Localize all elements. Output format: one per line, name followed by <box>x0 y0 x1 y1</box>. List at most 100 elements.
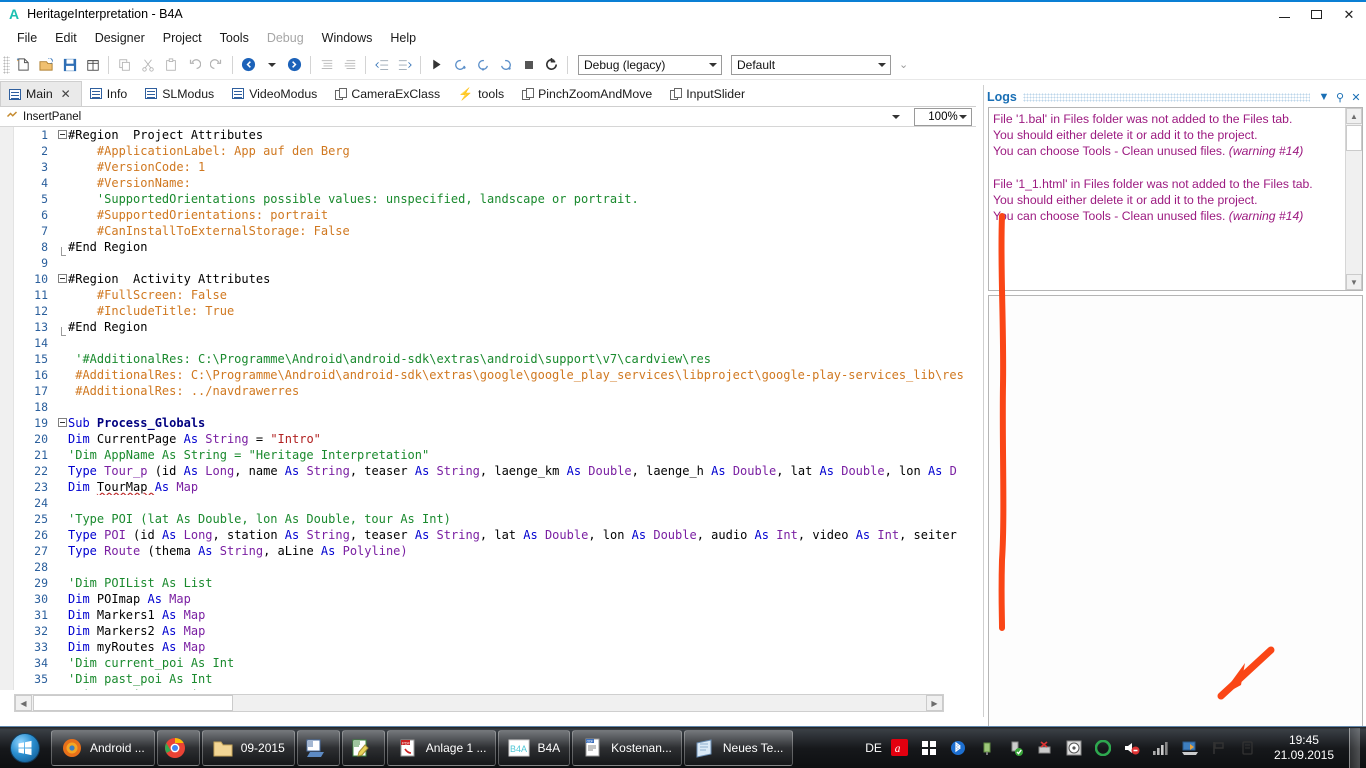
uncomment-block-icon[interactable] <box>338 53 361 77</box>
tab-cameraexclass[interactable]: CameraExClass <box>327 81 451 106</box>
usb-ok-icon[interactable] <box>1005 737 1027 759</box>
logs-warning-list[interactable]: File '1.bal' in Files folder was not add… <box>988 107 1363 291</box>
disc-icon[interactable] <box>1063 737 1085 759</box>
menu-tools[interactable]: Tools <box>211 28 258 48</box>
code-line[interactable]: 24 <box>14 495 976 511</box>
undo-icon[interactable] <box>182 53 205 77</box>
redo-icon[interactable] <box>205 53 228 77</box>
tab-pinchzoomandmove[interactable]: PinchZoomAndMove <box>514 81 663 106</box>
bluetooth-icon[interactable] <box>947 737 969 759</box>
scroll-right-button[interactable]: ▶ <box>926 695 943 711</box>
collapse-icon[interactable] <box>57 273 67 283</box>
paste-icon[interactable] <box>159 53 182 77</box>
tab-tools[interactable]: ⚡ tools <box>450 81 515 106</box>
language-indicator[interactable]: DE <box>865 741 882 755</box>
code-line[interactable]: 22 Type Tour_p (id As Long, name As Strin… <box>14 463 976 479</box>
menu-designer[interactable]: Designer <box>86 28 154 48</box>
code-line[interactable]: 29 'Dim POIList As List <box>14 575 976 591</box>
navigate-forward-icon[interactable] <box>283 53 306 77</box>
code-line[interactable]: 25 'Type POI (lat As Double, lon As Doubl… <box>14 511 976 527</box>
network-x-icon[interactable] <box>1034 737 1056 759</box>
signal-icon[interactable] <box>1150 737 1172 759</box>
code-line[interactable]: 32 Dim Markers2 As Map <box>14 623 976 639</box>
avira-icon[interactable]: a <box>889 737 911 759</box>
scrollbar-thumb[interactable] <box>1346 125 1362 151</box>
menu-file[interactable]: File <box>8 28 46 48</box>
scroll-left-button[interactable]: ◀ <box>15 695 32 711</box>
dropdown-icon[interactable]: ▼ <box>1316 89 1332 105</box>
code-line[interactable]: 36 'Dim ImgList As List <box>14 687 976 690</box>
maximize-button[interactable] <box>1300 2 1332 26</box>
taskbar-button-notepad[interactable]: Neues Te... <box>683 729 794 766</box>
code-line[interactable]: 13 #End Region <box>14 319 976 336</box>
remote-icon[interactable] <box>1179 737 1201 759</box>
code-line[interactable]: 4 #VersionName: <box>14 175 976 191</box>
open-project-icon[interactable] <box>35 53 58 77</box>
taskbar-button-chrome[interactable] <box>156 729 200 766</box>
taskbar-button-pdf[interactable]: PDF Anlage 1 ... <box>386 729 497 766</box>
code-line[interactable]: 5 'SupportedOrientations possible values… <box>14 191 976 207</box>
build-mode-select[interactable]: Debug (legacy) <box>578 54 722 75</box>
tab-slmodus[interactable]: SLModus <box>137 81 225 106</box>
outdent-icon[interactable] <box>370 53 393 77</box>
volume-muted-icon[interactable] <box>1121 737 1143 759</box>
taskbar-button-explorer[interactable] <box>296 729 340 766</box>
fold-toggle-icon[interactable] <box>56 127 68 143</box>
toolbar-overflow-button[interactable]: ⌄ <box>899 58 908 71</box>
menu-windows[interactable]: Windows <box>313 28 382 48</box>
navigate-back-icon[interactable] <box>237 53 260 77</box>
show-desktop-button[interactable] <box>1349 727 1360 768</box>
code-editor[interactable]: 1 #Region Project Attributes 2 #Applicatio… <box>0 127 976 690</box>
code-line[interactable]: 33 Dim myRoutes As Map <box>14 639 976 655</box>
save-all-icon[interactable] <box>81 53 104 77</box>
tab-close-icon[interactable]: ✕ <box>61 87 71 101</box>
code-line[interactable]: 35 'Dim past_poi As Int <box>14 671 976 687</box>
code-line[interactable]: 18 <box>14 399 976 415</box>
logs-output-area[interactable] <box>988 295 1363 741</box>
code-line[interactable]: 16 #AdditionalRes: C:\Programme\Android\… <box>14 367 976 383</box>
tab-info[interactable]: Info <box>81 81 138 106</box>
toolbar-grip[interactable] <box>3 55 10 74</box>
hscrollbar-thumb[interactable] <box>33 695 233 711</box>
taskbar-button-b4a[interactable]: B4A B4A <box>498 729 571 766</box>
taskbar-button-folder[interactable]: 09-2015 <box>201 729 295 766</box>
windows-icon[interactable] <box>918 737 940 759</box>
taskbar-button-notepadpp[interactable] <box>341 729 385 766</box>
code-line[interactable]: 21 'Dim AppName As String = "Heritage Int… <box>14 447 976 463</box>
menu-project[interactable]: Project <box>154 28 211 48</box>
zoom-select[interactable]: 100% <box>914 108 972 126</box>
collapse-icon[interactable] <box>57 129 67 139</box>
new-file-icon[interactable] <box>12 53 35 77</box>
panel-drag-handle[interactable] <box>1022 92 1310 102</box>
flag-icon[interactable] <box>1208 737 1230 759</box>
collapse-icon[interactable] <box>57 417 67 427</box>
code-line[interactable]: 14 <box>14 335 976 351</box>
code-line[interactable]: 6 #SupportedOrientations: portrait <box>14 207 976 223</box>
code-line[interactable]: 2 #ApplicationLabel: App auf den Berg <box>14 143 976 159</box>
taskbar-button-odf[interactable]: ODF Kostenan... <box>572 729 682 766</box>
copy-icon[interactable] <box>113 53 136 77</box>
code-line[interactable]: 34 'Dim current_poi As Int <box>14 655 976 671</box>
tab-videomodus[interactable]: VideoModus <box>224 81 328 106</box>
tab-main[interactable]: Main ✕ <box>0 81 82 106</box>
close-button[interactable]: ✕ <box>1332 2 1366 26</box>
run-icon[interactable] <box>425 53 448 77</box>
indent-icon[interactable] <box>393 53 416 77</box>
comment-block-icon[interactable] <box>315 53 338 77</box>
fold-toggle-icon[interactable] <box>56 271 68 287</box>
code-line[interactable]: 11 #FullScreen: False <box>14 287 976 303</box>
cut-icon[interactable] <box>136 53 159 77</box>
code-line[interactable]: 26 Type POI (id As Long, station As Strin… <box>14 527 976 543</box>
code-line[interactable]: 20 Dim CurrentPage As String = "Intro" <box>14 431 976 447</box>
action-center-icon[interactable] <box>1237 737 1259 759</box>
start-button[interactable] <box>0 728 50 768</box>
build-config-select[interactable]: Default <box>731 54 891 75</box>
taskbar-button-firefox[interactable]: Android ... <box>51 729 155 766</box>
minimize-button[interactable] <box>1268 2 1300 26</box>
close-icon[interactable]: ✕ <box>1348 89 1364 105</box>
logs-scrollbar[interactable]: ▲ ▼ <box>1345 108 1362 290</box>
usb-safe-icon[interactable] <box>976 737 998 759</box>
code-line[interactable]: 17 #AdditionalRes: ../navdrawerres <box>14 383 976 399</box>
code-line[interactable]: 10 #Region Activity Attributes <box>14 271 976 287</box>
save-icon[interactable] <box>58 53 81 77</box>
